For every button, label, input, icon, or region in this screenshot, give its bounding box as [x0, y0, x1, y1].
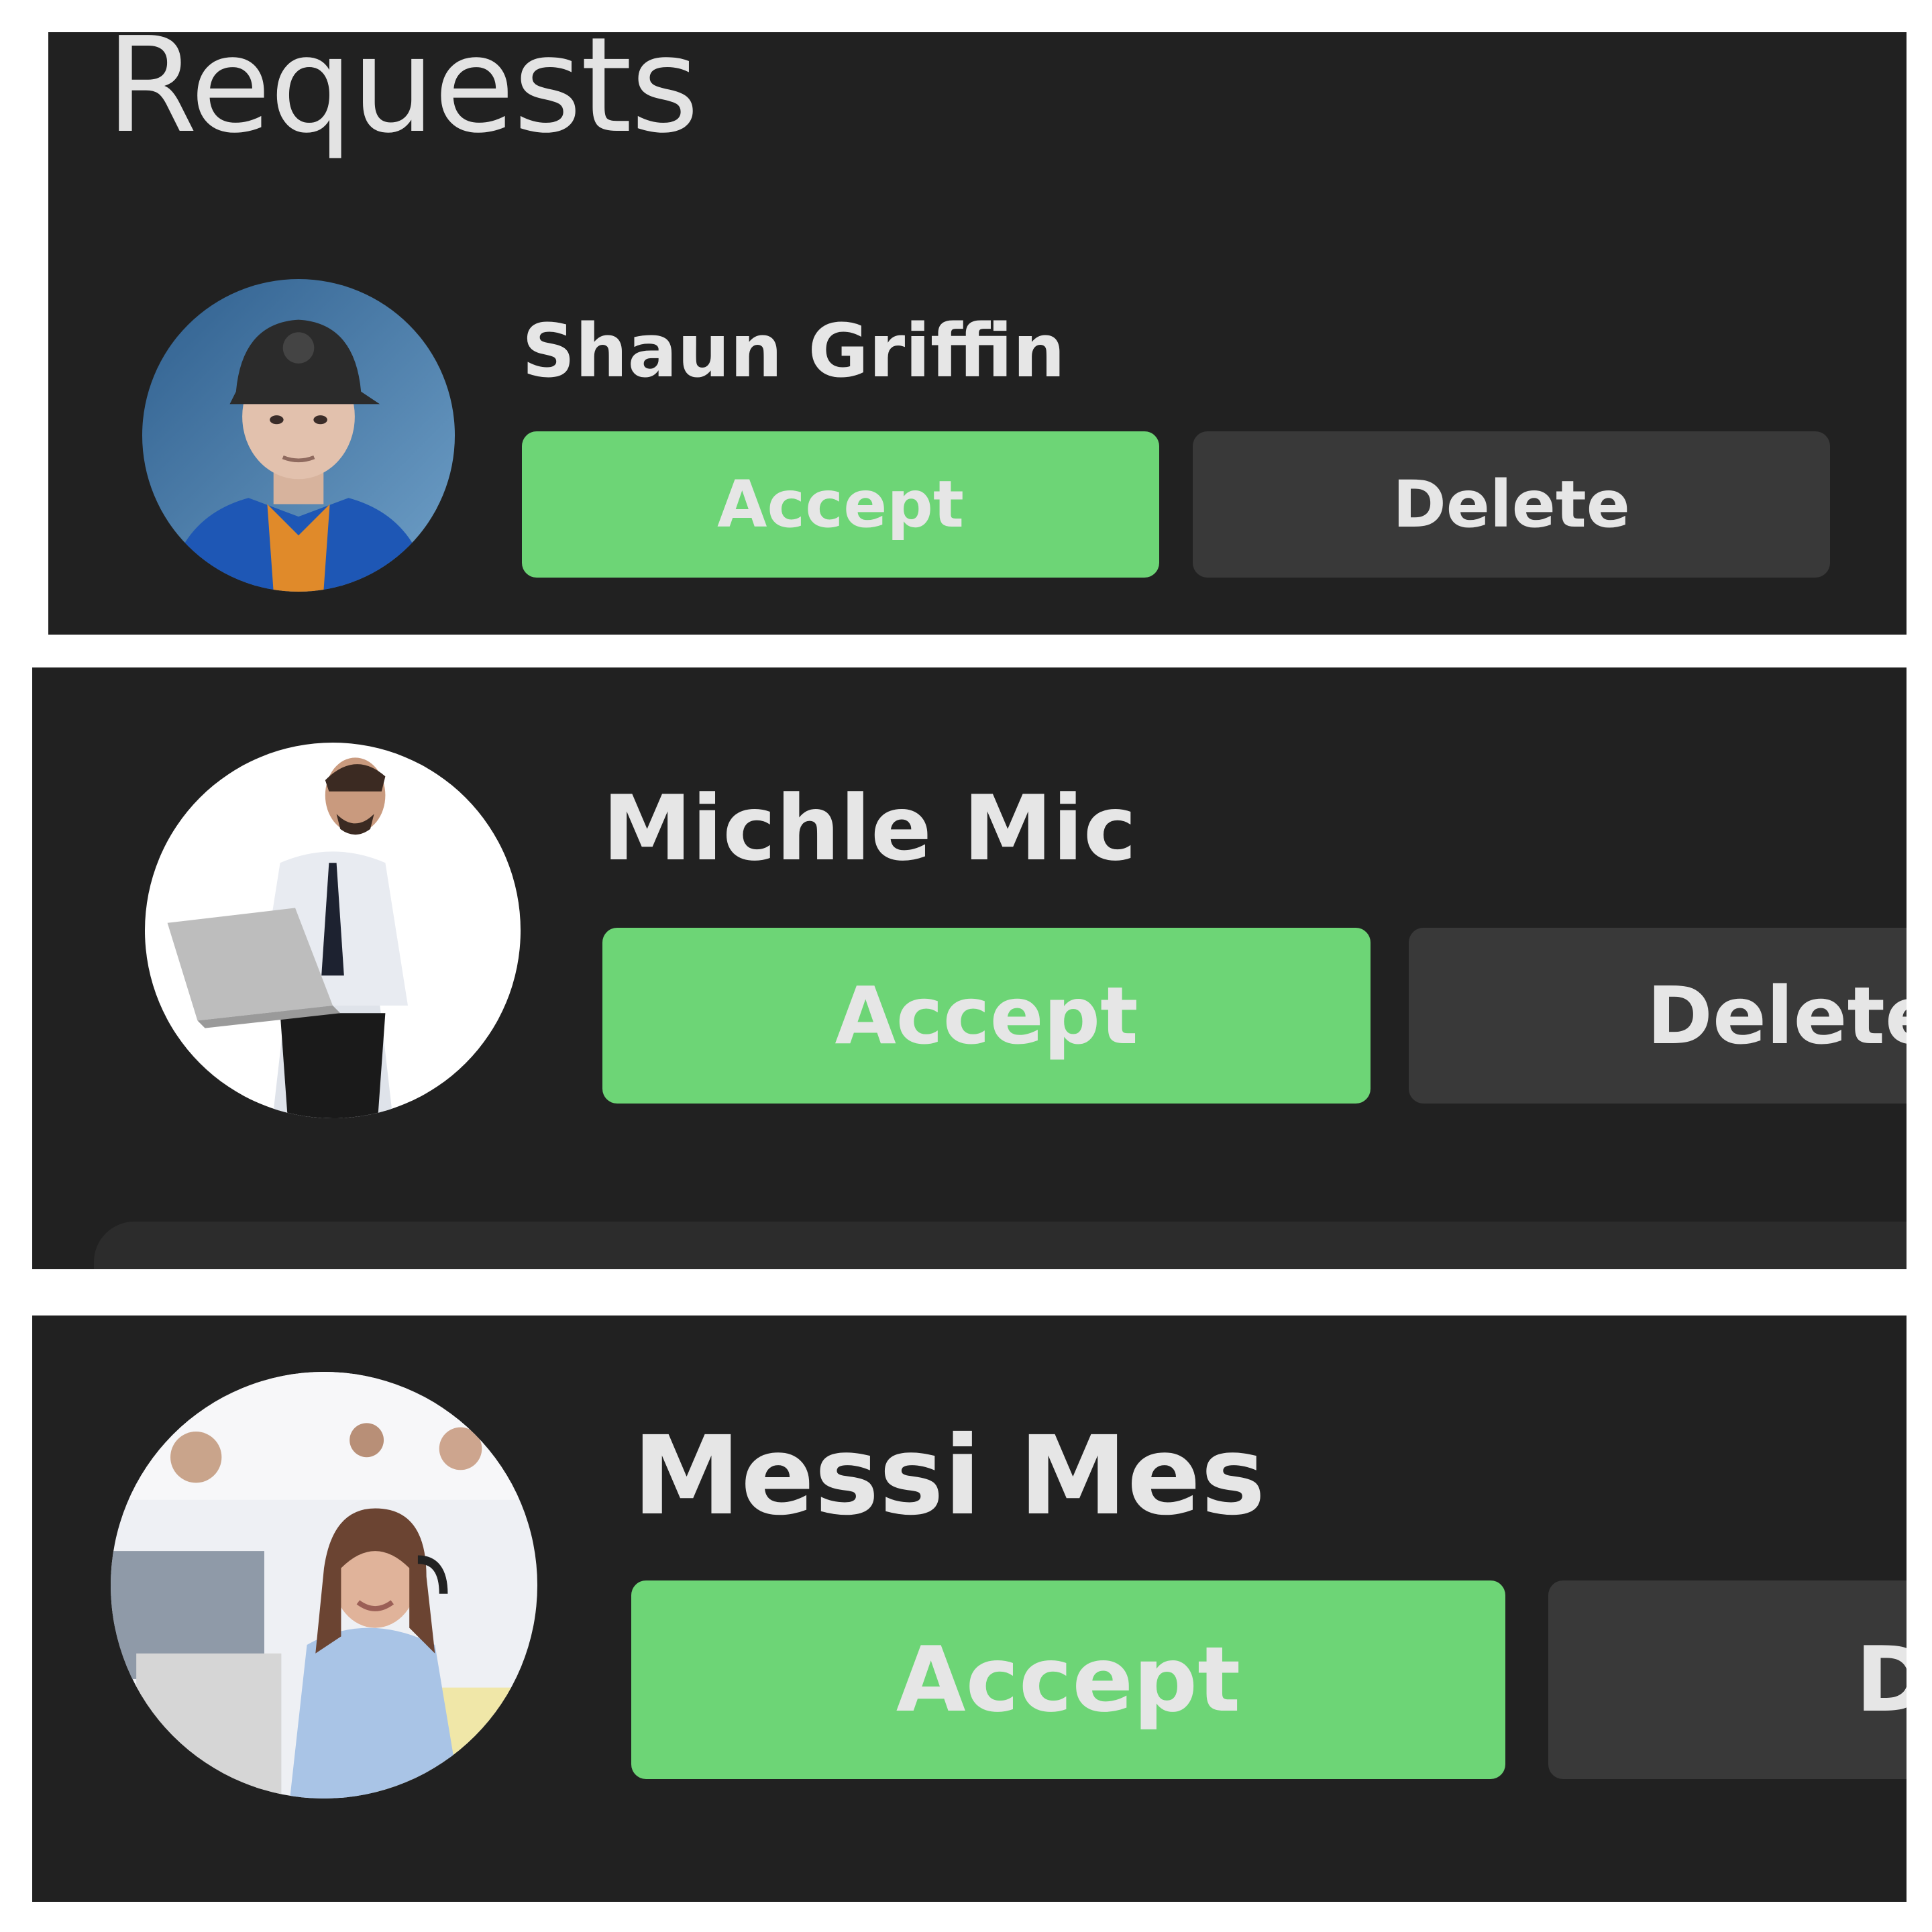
avatar-photo-icon	[142, 279, 455, 592]
requester-name: Michle Mic	[602, 776, 1137, 881]
avatar-photo-icon	[111, 1372, 537, 1799]
delete-button[interactable]: Delete	[1409, 928, 1907, 1104]
request-card-messi: Messi Mes Accept Delete	[32, 1316, 1907, 1902]
accept-button[interactable]: Accept	[602, 928, 1371, 1104]
avatar[interactable]	[142, 279, 455, 592]
accept-button[interactable]: Accept	[522, 431, 1159, 578]
requester-name: Shaun Griffin	[522, 308, 1065, 394]
delete-button[interactable]: Delete	[1193, 431, 1830, 578]
avatar[interactable]	[111, 1372, 537, 1799]
next-request-card	[94, 1222, 1907, 1269]
accept-button[interactable]: Accept	[631, 1580, 1505, 1779]
requester-name: Messi Mes	[633, 1413, 1266, 1540]
page-title: Requests	[106, 32, 699, 162]
request-card-shaun: Requests Shaun Griffin Accept Delete	[48, 32, 1907, 635]
request-card-michle: Michle Mic Accept Delete	[32, 667, 1907, 1269]
avatar[interactable]	[145, 743, 521, 1118]
avatar-photo-icon	[145, 743, 521, 1118]
delete-button[interactable]: Delete	[1548, 1580, 1907, 1779]
